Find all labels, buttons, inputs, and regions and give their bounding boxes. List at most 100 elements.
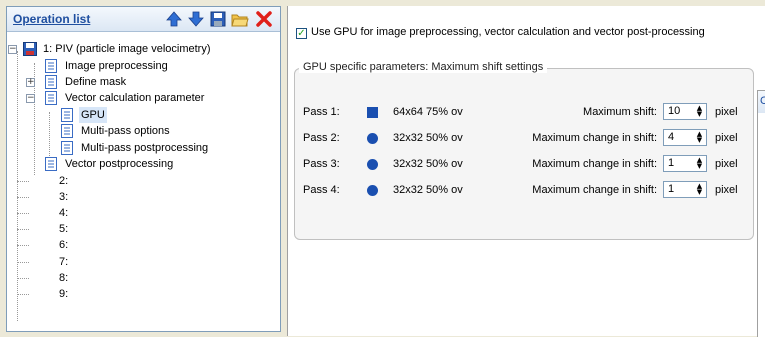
- tree-item[interactable]: + Define mask: [7, 74, 277, 90]
- tree-item-label: 8:: [59, 272, 69, 284]
- shift-spinbox[interactable]: 1 ▲ ▼: [663, 181, 707, 198]
- tree-item-label: 1: PIV (particle image velocimetry): [43, 43, 211, 55]
- collapse-icon[interactable]: −: [8, 45, 17, 54]
- tree-item[interactable]: 2:: [7, 173, 277, 189]
- tree-item[interactable]: GPU: [7, 107, 277, 123]
- move-up-button[interactable]: [165, 10, 183, 28]
- tree-item[interactable]: − 1: PIV (particle image velocimetry): [7, 41, 277, 57]
- tree-item-label: Define mask: [65, 76, 127, 88]
- tree-item[interactable]: 7:: [7, 254, 277, 270]
- arrow-down-icon: [188, 11, 204, 27]
- use-gpu-label: Use GPU for image preprocessing, vector …: [311, 26, 705, 38]
- pass-window-setting: 32x32 50% ov: [393, 184, 463, 196]
- open-button[interactable]: [231, 10, 249, 28]
- open-folder-icon: [231, 14, 249, 27]
- move-down-button[interactable]: [187, 10, 205, 28]
- shift-spinbox[interactable]: 1 ▲ ▼: [663, 155, 707, 172]
- tree-item[interactable]: 9:: [7, 286, 277, 302]
- pass-row: Pass 4: 32x32 50% ov Maximum change in shi…: [295, 181, 753, 201]
- unit-label: pixel: [715, 132, 738, 144]
- pass-label: Pass 3:: [303, 158, 340, 170]
- tree-connector: [17, 262, 29, 263]
- tree-item-label: Vector calculation parameter: [65, 92, 205, 104]
- tree-item-label: 7:: [59, 256, 69, 268]
- tree-item[interactable]: Vector postprocessing: [7, 156, 277, 172]
- tree-item[interactable]: Multi-pass options: [7, 123, 277, 139]
- arrow-up-icon: [166, 11, 182, 27]
- shift-label: Maximum change in shift:: [532, 158, 657, 170]
- document-icon: [45, 157, 57, 171]
- tree-connector: [17, 197, 29, 198]
- document-icon: [45, 91, 57, 105]
- delete-button[interactable]: [255, 10, 273, 28]
- save-icon: [210, 11, 226, 27]
- pass-window-setting: 32x32 50% ov: [393, 158, 463, 170]
- tree-item[interactable]: Image preprocessing: [7, 58, 277, 74]
- unit-label: pixel: [715, 106, 738, 118]
- document-icon: [61, 124, 73, 138]
- square-marker-icon: [367, 107, 378, 118]
- expand-icon[interactable]: +: [26, 78, 35, 87]
- gpu-parameters-group: GPU specific parameters: Maximum shift s…: [294, 61, 754, 240]
- pass-row: Pass 1: 64x64 75% ov Maximum shift: 10 ▲ ▼ pix…: [295, 103, 753, 123]
- spin-arrows-icon[interactable]: ▲ ▼: [694, 131, 705, 144]
- tree-item-label: GPU: [79, 107, 107, 123]
- tree-item-label: Multi-pass options: [81, 125, 170, 137]
- document-icon: [45, 75, 57, 89]
- tree-item-label: 3:: [59, 191, 69, 203]
- shift-label: Maximum change in shift:: [532, 132, 657, 144]
- tree-connector: [17, 245, 29, 246]
- tree-item[interactable]: 5:: [7, 221, 277, 237]
- spin-arrows-icon[interactable]: ▲ ▼: [694, 183, 705, 196]
- shift-value: 4: [668, 131, 675, 143]
- spin-arrows-icon[interactable]: ▲ ▼: [694, 157, 705, 170]
- tree-item-label: 2:: [59, 175, 69, 187]
- unit-label: pixel: [715, 184, 738, 196]
- collapse-icon[interactable]: −: [26, 94, 35, 103]
- tree-connector: [17, 278, 29, 279]
- use-gpu-checkbox[interactable]: ✓: [296, 28, 307, 39]
- pass-label: Pass 4:: [303, 184, 340, 196]
- tree-item[interactable]: 6:: [7, 237, 277, 253]
- shift-label: Maximum change in shift:: [532, 184, 657, 196]
- tree-item-label: 6:: [59, 239, 69, 251]
- shift-value: 1: [668, 183, 675, 195]
- tree-item-label: 5:: [59, 223, 69, 235]
- document-icon: [45, 59, 57, 73]
- tree-item[interactable]: 8:: [7, 270, 277, 286]
- document-icon: [61, 108, 73, 122]
- tree-connector: [17, 294, 29, 295]
- circle-marker-icon: [367, 185, 378, 196]
- pass-window-setting: 32x32 50% ov: [393, 132, 463, 144]
- tree-connector: [17, 213, 29, 214]
- overlapping-panel-header: C: [758, 91, 765, 113]
- tree-item[interactable]: Multi-pass postprocessing: [7, 140, 277, 156]
- circle-marker-icon: [367, 159, 378, 170]
- shift-spinbox[interactable]: 4 ▲ ▼: [663, 129, 707, 146]
- group-title: GPU specific parameters: Maximum shift s…: [299, 61, 548, 73]
- pass-row: Pass 2: 32x32 50% ov Maximum change in shi…: [295, 129, 753, 149]
- tree-connector: [17, 181, 29, 182]
- tree-item-label: 4:: [59, 207, 69, 219]
- tree-item-label: Vector postprocessing: [65, 158, 174, 170]
- tree-item-label: Multi-pass postprocessing: [81, 142, 209, 154]
- pass-label: Pass 2:: [303, 132, 340, 144]
- document-icon: [61, 141, 73, 155]
- pass-row: Pass 3: 32x32 50% ov Maximum change in shi…: [295, 155, 753, 175]
- overlapping-panel-title: C: [760, 95, 765, 107]
- pass-label: Pass 1:: [303, 106, 340, 118]
- operation-list-header: Operation list: [7, 7, 280, 32]
- delete-icon: [256, 11, 272, 27]
- shift-label: Maximum shift:: [583, 106, 657, 118]
- tree-item[interactable]: 4:: [7, 205, 277, 221]
- tree-item-label: Image preprocessing: [65, 60, 168, 72]
- pass-window-setting: 64x64 75% ov: [393, 106, 463, 118]
- floppy-icon: [23, 42, 37, 56]
- unit-label: pixel: [715, 158, 738, 170]
- spin-arrows-icon[interactable]: ▲ ▼: [694, 105, 705, 118]
- save-button[interactable]: [209, 10, 227, 28]
- tree-item[interactable]: 3:: [7, 189, 277, 205]
- tree-item[interactable]: − Vector calculation parameter: [7, 90, 277, 106]
- shift-spinbox[interactable]: 10 ▲ ▼: [663, 103, 707, 120]
- settings-panel: ✓ Use GPU for image preprocessing, vecto…: [287, 6, 765, 336]
